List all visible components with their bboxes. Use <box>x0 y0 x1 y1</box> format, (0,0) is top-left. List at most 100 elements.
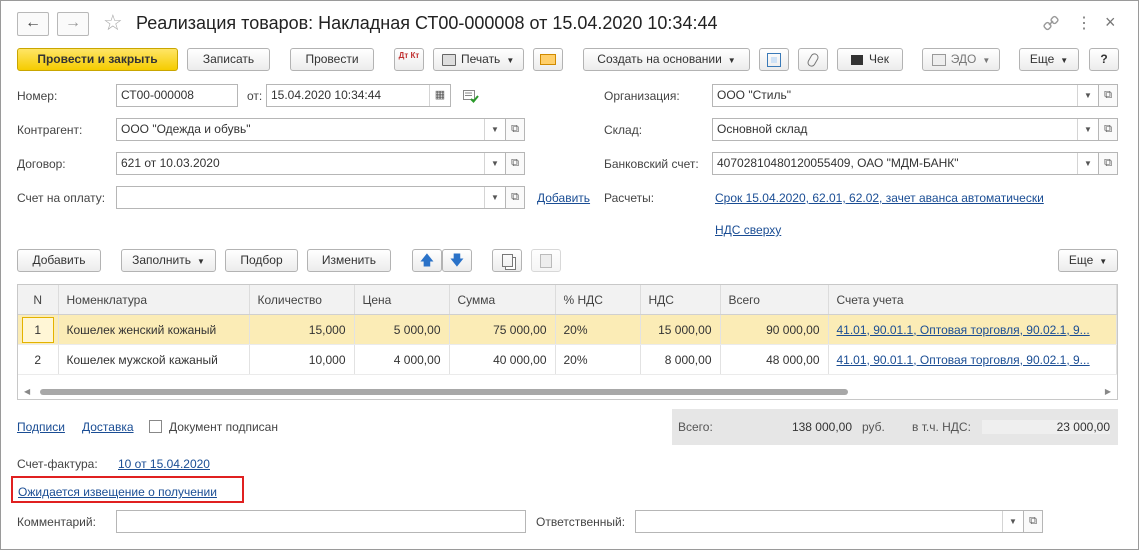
sf-link[interactable]: 10 от 15.04.2020 <box>118 457 210 471</box>
post-button[interactable]: Провести <box>290 48 374 71</box>
column-header[interactable]: N <box>18 285 59 315</box>
chevron-down-icon[interactable]: ▼ <box>1002 511 1023 532</box>
open-organization-icon[interactable]: ⧉ <box>1098 84 1118 107</box>
bank-account-field[interactable]: 40702810480120055409, ОАО "МДМ-БАНК" ▼ <box>712 152 1099 175</box>
qty-cell[interactable]: 15,000 <box>249 314 355 345</box>
open-bank-account-icon[interactable]: ⧉ <box>1098 152 1118 175</box>
table-row[interactable]: 1 Кошелек женский кожаный 15,000 5 000,0… <box>18 314 1117 345</box>
more-vertical-icon[interactable]: ⋮ <box>1076 13 1092 33</box>
goods-table: N Номенклатура Количество Цена Сумма % Н… <box>17 284 1118 400</box>
table-row[interactable]: 2 Кошелек мужской кажаный 10,000 4 000,0… <box>18 344 1117 375</box>
move-up-button[interactable]: 🡅 <box>412 249 442 272</box>
document-signed-checkbox[interactable] <box>149 420 162 433</box>
counterparty-field[interactable]: ООО "Одежда и обувь" ▼ <box>116 118 506 141</box>
horizontal-scrollbar[interactable]: ◀ ▶ <box>18 385 1117 399</box>
help-button[interactable]: ? <box>1089 48 1119 71</box>
receipt-notice-link[interactable]: Ожидается извещение о получении <box>18 485 217 499</box>
accounts-cell[interactable]: 41.01, 90.01.1, Оптовая торговля, 90.02.… <box>828 344 1117 375</box>
number-field[interactable]: СТ00-000008 <box>116 84 238 107</box>
move-down-button[interactable]: 🡇 <box>442 249 472 272</box>
back-button[interactable]: ← <box>17 12 49 36</box>
forward-button[interactable]: → <box>57 12 89 36</box>
favorite-star-icon[interactable]: ☆ <box>103 10 123 36</box>
accounts-cell[interactable]: 41.01, 90.01.1, Оптовая торговля, 90.02.… <box>828 314 1117 345</box>
open-contract-icon[interactable]: ⧉ <box>505 152 525 175</box>
column-header[interactable]: Всего <box>720 285 829 315</box>
column-header[interactable]: НДС <box>640 285 721 315</box>
open-warehouse-icon[interactable]: ⧉ <box>1098 118 1118 141</box>
invoice-field[interactable]: ▼ <box>116 186 506 209</box>
create-based-on-button[interactable]: Создать на основании ▼ <box>583 48 750 71</box>
receipt-button[interactable]: Чек <box>837 48 903 71</box>
vat-on-top-link[interactable]: НДС сверху <box>715 223 781 237</box>
vat-cell[interactable]: 15 000,00 <box>640 314 721 345</box>
add-row-button[interactable]: Добавить <box>17 249 101 272</box>
pick-button[interactable]: Подбор <box>225 249 298 272</box>
calendar-icon[interactable]: ▦ <box>429 85 450 106</box>
link-icon[interactable] <box>1043 15 1059 31</box>
change-button[interactable]: Изменить <box>307 249 391 272</box>
column-header[interactable]: Сумма <box>449 285 556 315</box>
price-cell[interactable]: 4 000,00 <box>354 344 450 375</box>
table-header: N Номенклатура Количество Цена Сумма % Н… <box>18 285 1117 315</box>
total-cell[interactable]: 48 000,00 <box>720 344 829 375</box>
post-and-close-button[interactable]: Провести и закрыть <box>17 48 178 71</box>
organization-field[interactable]: ООО "Стиль" ▼ <box>712 84 1099 107</box>
email-button[interactable] <box>533 48 563 71</box>
scroll-right-icon[interactable]: ▶ <box>1105 387 1111 396</box>
scrollbar-thumb[interactable] <box>40 389 848 395</box>
sum-cell[interactable]: 40 000,00 <box>449 344 556 375</box>
row-number-cell[interactable]: 1 <box>18 314 59 345</box>
save-button[interactable]: Записать <box>187 48 270 71</box>
item-cell[interactable]: Кошелек женский кожаный <box>58 314 250 345</box>
comment-field[interactable] <box>116 510 526 533</box>
chevron-down-icon[interactable]: ▼ <box>1077 119 1098 140</box>
vat-rate-cell[interactable]: 20% <box>555 344 641 375</box>
dropdown-arrow-icon: ▼ <box>506 56 515 65</box>
open-counterparty-icon[interactable]: ⧉ <box>505 118 525 141</box>
price-cell[interactable]: 5 000,00 <box>354 314 450 345</box>
open-responsible-icon[interactable]: ⧉ <box>1023 510 1043 533</box>
item-cell[interactable]: Кошелек мужской кажаный <box>58 344 250 375</box>
copy-row-button[interactable] <box>492 249 522 272</box>
paperclip-icon <box>806 51 820 68</box>
chevron-down-icon[interactable]: ▼ <box>484 119 505 140</box>
close-icon[interactable]: × <box>1105 12 1116 33</box>
more-button[interactable]: Еще ▼ <box>1019 48 1079 71</box>
attachments-button[interactable] <box>798 48 828 71</box>
column-header[interactable]: % НДС <box>555 285 641 315</box>
qty-cell[interactable]: 10,000 <box>249 344 355 375</box>
row-number-cell[interactable]: 2 <box>18 344 59 375</box>
printer-icon <box>442 53 456 66</box>
add-invoice-link[interactable]: Добавить <box>537 191 590 205</box>
column-header[interactable]: Количество <box>249 285 355 315</box>
currency-label: руб. <box>862 420 885 434</box>
column-header[interactable]: Счета учета <box>828 285 1117 315</box>
contract-field[interactable]: 621 от 10.03.2020 ▼ <box>116 152 506 175</box>
paste-row-button[interactable] <box>531 249 561 272</box>
vat-rate-cell[interactable]: 20% <box>555 314 641 345</box>
chevron-down-icon[interactable]: ▼ <box>1077 153 1098 174</box>
structure-button[interactable] <box>759 48 789 71</box>
warehouse-field[interactable]: Основной склад ▼ <box>712 118 1099 141</box>
chevron-down-icon[interactable]: ▼ <box>1077 85 1098 106</box>
signatures-link[interactable]: Подписи <box>17 420 65 434</box>
settlements-link[interactable]: Срок 15.04.2020, 62.01, 62.02, зачет ава… <box>715 191 1044 205</box>
table-more-button[interactable]: Еще ▼ <box>1058 249 1118 272</box>
column-header[interactable]: Номенклатура <box>58 285 250 315</box>
dt-kt-button[interactable]: Дт Кт <box>394 48 424 71</box>
scroll-left-icon[interactable]: ◀ <box>24 387 30 396</box>
open-invoice-icon[interactable]: ⧉ <box>505 186 525 209</box>
date-field[interactable]: 15.04.2020 10:34:44 ▦ <box>266 84 451 107</box>
delivery-link[interactable]: Доставка <box>82 420 134 434</box>
total-cell[interactable]: 90 000,00 <box>720 314 829 345</box>
fill-button[interactable]: Заполнить ▼ <box>121 249 216 272</box>
chevron-down-icon[interactable]: ▼ <box>484 187 505 208</box>
chevron-down-icon[interactable]: ▼ <box>484 153 505 174</box>
column-header[interactable]: Цена <box>354 285 450 315</box>
responsible-field[interactable]: ▼ <box>635 510 1024 533</box>
edo-button[interactable]: ЭДО ▼ <box>922 48 1000 71</box>
sum-cell[interactable]: 75 000,00 <box>449 314 556 345</box>
print-button[interactable]: Печать ▼ <box>433 48 524 71</box>
vat-cell[interactable]: 8 000,00 <box>640 344 721 375</box>
